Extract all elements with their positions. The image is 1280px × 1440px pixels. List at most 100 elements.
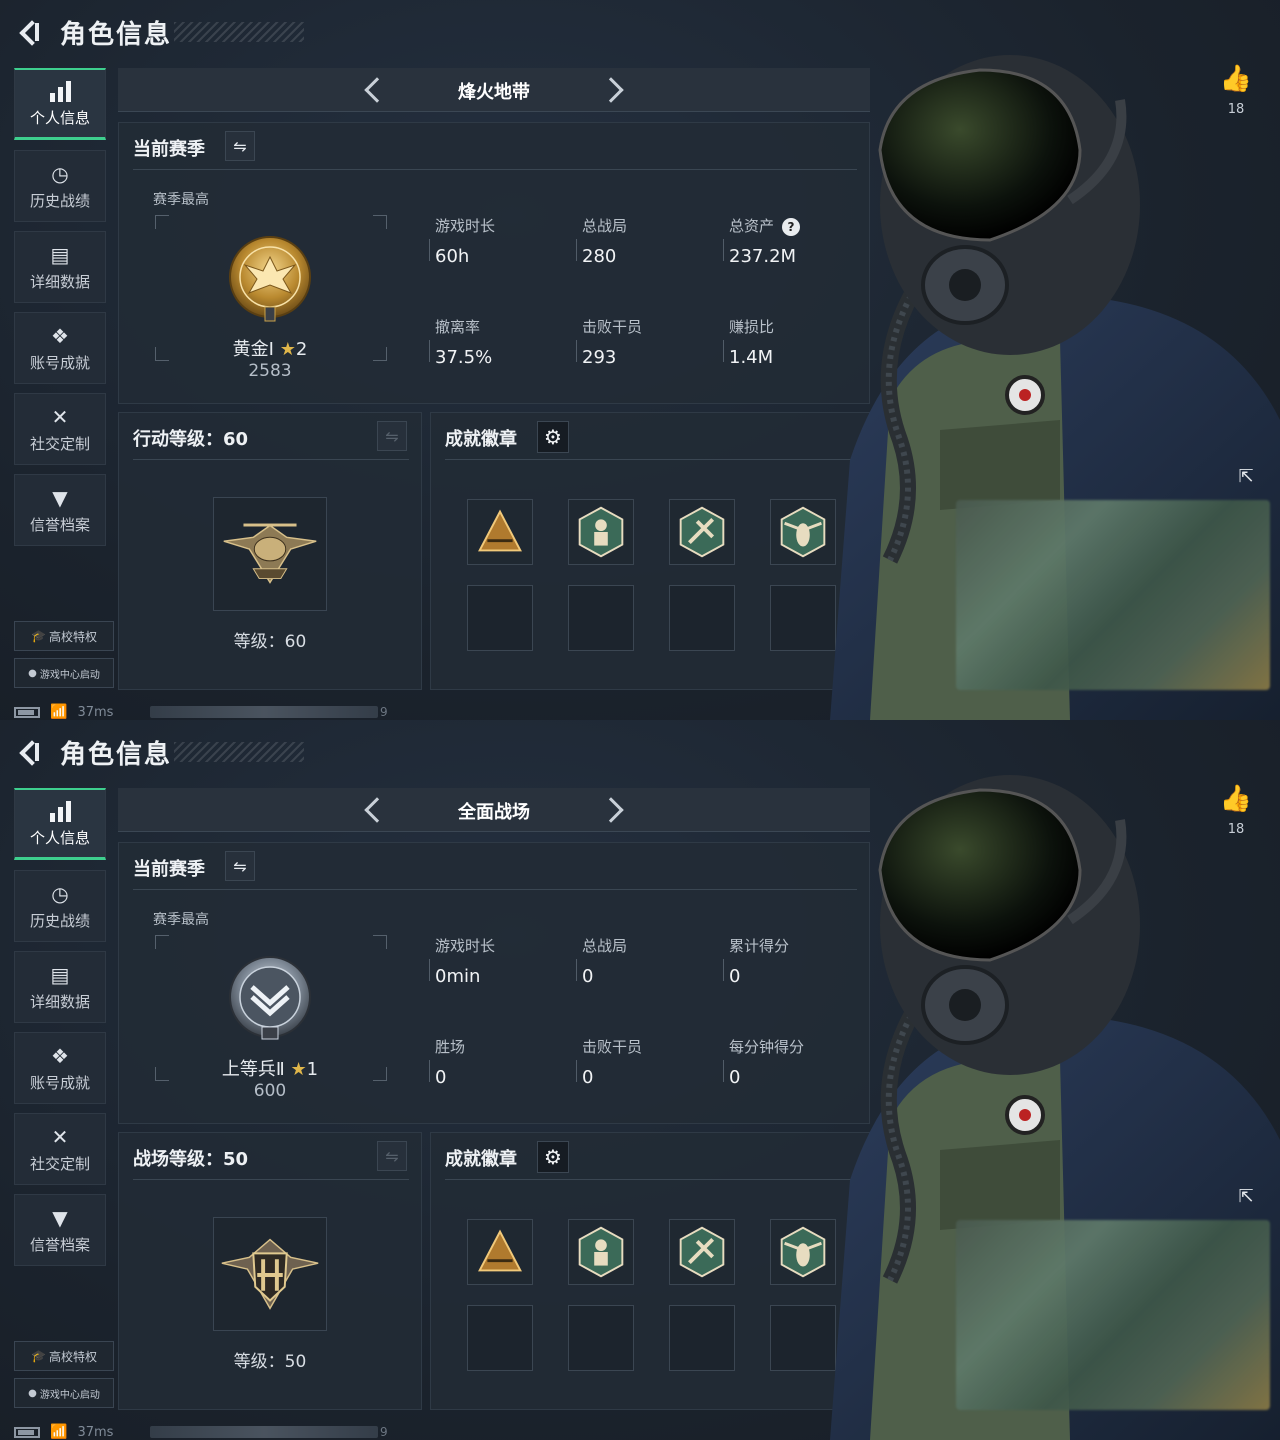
screen-battlefield-mode: 角色信息 个人信息 ◷ 历史战绩 ▤ 详细数据 ❖ 账号成就 ✕ 社交定制 ▼ … [0,720,1280,1440]
achievement-badge[interactable] [669,499,735,565]
graduation-cap-icon: 🎓 [31,1349,46,1363]
action-level-panel: 行动等级：60 ⇋ 等级：60 [118,412,422,690]
title-decoration [174,22,305,42]
wasp-hex-badge-icon [780,506,826,558]
penguin-icon: ● [28,667,37,679]
achievement-badge[interactable] [770,1219,836,1285]
level-switch-button[interactable]: ⇋ [377,1141,407,1171]
empty-achievement-slot[interactable] [568,585,634,651]
game-center-launch-button[interactable]: ● 游戏中心启动 [14,1378,114,1408]
achievement-badge[interactable] [770,499,836,565]
level-badge [213,1217,327,1331]
sidebar-item-history[interactable]: ◷ 历史战绩 [14,870,106,942]
sidebar-item-reputation[interactable]: ▼ 信誉档案 [14,474,106,546]
sidebar-item-label: 个人信息 [29,829,90,847]
screen-extraction-mode: 角色信息 个人信息 ◷ 历史战绩 ▤ 详细数据 ❖ 账号成就 ✕ 社交定制 ▼ … [0,0,1280,720]
achievement-badge[interactable] [467,1219,533,1285]
achievement-badge[interactable] [568,1219,634,1285]
sidebar-item-label: 历史战绩 [29,191,90,210]
game-center-launch-button[interactable]: ● 游戏中心启动 [14,658,114,688]
swap-arrows-icon: ⇋ [233,136,247,156]
achievement-badge[interactable] [467,499,533,565]
rank-name: 上等兵Ⅱ ★1 [221,1059,319,1080]
sidebar-item-achievements[interactable]: ❖ 账号成就 [14,312,106,384]
sidebar-item-reputation[interactable]: ▼ 信誉档案 [14,1194,106,1266]
empty-achievement-slot[interactable] [770,1305,836,1371]
data-folder-icon: ▤ [50,242,70,267]
empty-achievement-slot[interactable] [467,1305,533,1371]
sidebar-item-social[interactable]: ✕ 社交定制 [14,1113,106,1185]
sidebar-item-label: 社交定制 [29,434,90,453]
stat-extraction-rate: 撤离率 37.5% [429,316,565,368]
status-bar: 📶 37ms [14,704,113,720]
data-folder-icon: ▤ [50,962,70,987]
reputation-icon: ▼ [52,1205,68,1230]
like-button[interactable]: 👍 18 [1218,64,1254,117]
share-icon[interactable]: ⇱ [1232,462,1260,490]
previous-mode-button[interactable] [358,796,390,824]
wifi-icon: 📶 [50,1424,68,1440]
empty-achievement-slot[interactable] [669,1305,735,1371]
soldier-hex-badge-icon [578,1226,624,1278]
sidebar-item-personal-info[interactable]: 个人信息 [14,68,106,140]
blurred-region [956,1220,1270,1410]
level-title: 战场等级：50 [133,1149,249,1170]
achievement-badge[interactable] [669,1219,735,1285]
empty-achievement-slot[interactable] [770,585,836,651]
campus-privilege-button[interactable]: 🎓 高校特权 [14,621,114,651]
page-header: 角色信息 [14,732,305,772]
back-arrow-icon[interactable] [14,737,44,767]
sidebar-item-label: 详细数据 [29,992,90,1011]
stat-play-time: 游戏时长 0min [429,935,565,987]
achievement-badge[interactable] [568,499,634,565]
empty-achievement-slot[interactable] [568,1305,634,1371]
gold-rank-badge-icon [229,236,311,322]
campus-privilege-button[interactable]: 🎓 高校特权 [14,1341,114,1371]
weapon-hex-badge-icon [679,506,725,558]
sidebar-item-social[interactable]: ✕ 社交定制 [14,393,106,465]
sidebar-item-label: 账号成就 [29,353,90,372]
penguin-icon: ● [28,1387,37,1399]
season-switch-button[interactable]: ⇋ [225,131,255,161]
pyramid-badge-icon [478,509,522,552]
sidebar-item-history[interactable]: ◷ 历史战绩 [14,150,106,222]
help-icon[interactable]: ? [782,218,801,236]
sidebar-item-detailed-data[interactable]: ▤ 详细数据 [14,951,106,1023]
chevron-right-icon [598,797,624,823]
sidebar-item-label: 社交定制 [29,1154,90,1173]
next-mode-button[interactable] [598,76,630,104]
stat-total-matches: 总战局 280 [576,215,712,267]
season-title: 当前赛季 [133,139,205,160]
weapon-hex-badge-icon [679,1226,725,1278]
previous-mode-button[interactable] [358,76,390,104]
sidebar-item-achievements[interactable]: ❖ 账号成就 [14,1032,106,1104]
achievement-icon: ❖ [51,323,69,348]
gear-icon[interactable]: ⚙ [537,1141,569,1173]
gear-icon[interactable]: ⚙ [537,421,569,453]
back-arrow-icon[interactable] [14,17,44,47]
season-panel: 当前赛季 ⇋ 赛季最高 黄金Ⅰ ★2 2583 游戏时长 60h 总战局 280… [118,122,870,404]
share-icon[interactable]: ⇱ [1232,1182,1260,1210]
sidebar-item-label: 个人信息 [29,109,90,127]
history-clock-icon: ◷ [51,161,69,186]
ping-text: 37ms [77,704,114,720]
page-header: 角色信息 [14,12,305,52]
page-title: 角色信息 [60,739,173,770]
next-mode-button[interactable] [598,796,630,824]
level-title: 行动等级：60 [133,429,249,450]
chevron-left-icon [364,797,390,823]
season-switch-button[interactable]: ⇋ [225,851,255,881]
sidebar-item-detailed-data[interactable]: ▤ 详细数据 [14,231,106,303]
tools-icon: ✕ [51,1124,69,1149]
sidebar-item-label: 信誉档案 [29,515,90,534]
soldier-hex-badge-icon [578,506,624,558]
wasp-hex-badge-icon [780,1226,826,1278]
sidebar-item-personal-info[interactable]: 个人信息 [14,788,106,860]
stat-wins: 胜场 0 [429,1036,565,1088]
empty-achievement-slot[interactable] [669,585,735,651]
sidebar-item-label: 信誉档案 [29,1235,90,1254]
level-label: 等级：50 [233,1352,307,1372]
empty-achievement-slot[interactable] [467,585,533,651]
like-button[interactable]: 👍 18 [1218,784,1254,837]
level-switch-button[interactable]: ⇋ [377,421,407,451]
